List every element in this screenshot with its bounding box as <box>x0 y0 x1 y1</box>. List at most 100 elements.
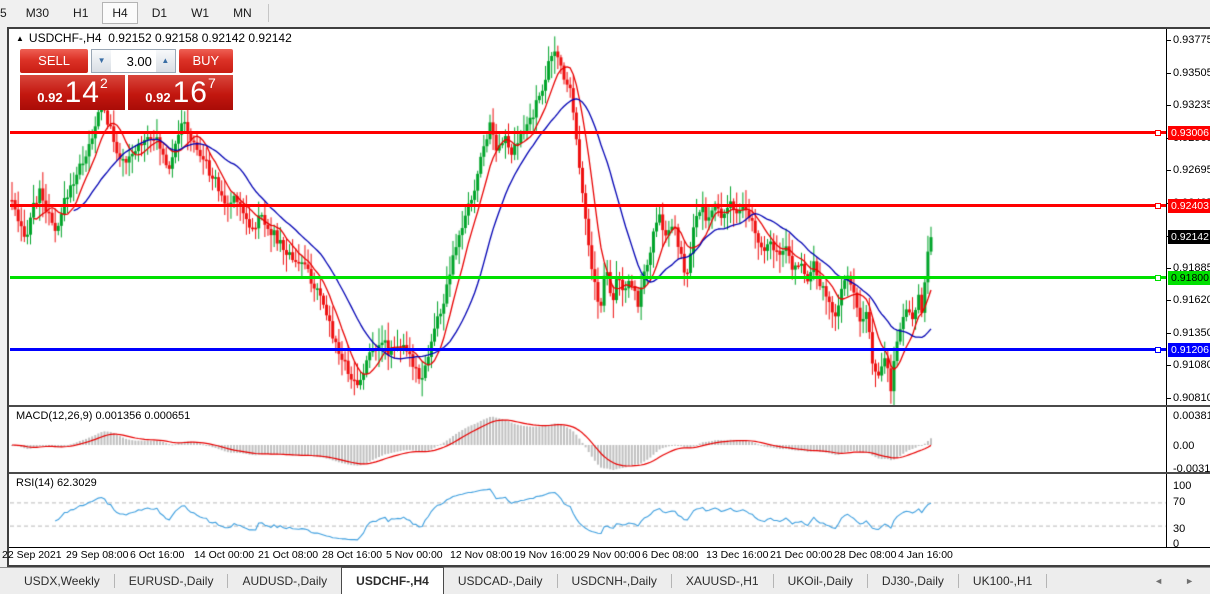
time-axis-label: 21 Dec 00:00 <box>770 549 833 561</box>
chart-tab-usdcnh-daily[interactable]: USDCNH-,Daily <box>558 568 671 594</box>
level-line-support-green[interactable] <box>10 274 1166 281</box>
ask-price-prefix: 0.92 <box>145 90 171 105</box>
time-axis-label: 29 Sep 08:00 <box>66 549 129 561</box>
time-axis-label: 6 Oct 16:00 <box>130 549 185 561</box>
price-tick-label: 0.91080 <box>1173 359 1210 371</box>
rsi-pane-canvas[interactable] <box>10 475 1166 547</box>
macd-axis-label: 0.003811 <box>1173 410 1210 422</box>
level-line-resistance-lower[interactable] <box>10 202 1166 209</box>
time-axis-label: 14 Oct 00:00 <box>194 549 255 561</box>
ask-price-point: 7 <box>207 75 216 91</box>
timeframe-button-h4[interactable]: H4 <box>102 2 138 24</box>
macd-rsi-separator[interactable] <box>9 472 1210 474</box>
price-tick-label: 0.93235 <box>1173 99 1210 111</box>
price-tick-label: 0.93505 <box>1173 67 1210 79</box>
price-tick-mark <box>1166 105 1171 106</box>
price-tick-mark <box>1166 300 1171 301</box>
volume-increase-icon[interactable]: ▲ <box>155 49 176 73</box>
chart-tab-bar: USDX,Weekly EURUSD-,Daily AUDUSD-,Daily USD… <box>0 567 1210 594</box>
price-tick-label: 0.91620 <box>1173 294 1210 306</box>
rsi-indicator-label: RSI(14) 62.3029 <box>16 477 97 489</box>
sell-button[interactable]: SELL <box>20 49 89 73</box>
tab-scroll-arrows: ◄ ► <box>1154 568 1210 594</box>
ask-price-pips: 16 <box>172 76 208 109</box>
chart-tab-audusd-daily[interactable]: AUDUSD-,Daily <box>228 568 341 594</box>
chart-tab-xauusd-h1[interactable]: XAUUSD-,H1 <box>672 568 773 594</box>
price-tick-mark <box>1166 365 1171 366</box>
price-tick-label: 0.92695 <box>1173 164 1210 176</box>
toolbar-separator <box>267 4 269 22</box>
chart-tab-uk100-h1[interactable]: UK100-,H1 <box>959 568 1046 594</box>
rsi-axis-label: 70 <box>1173 496 1186 508</box>
time-axis-label: 29 Nov 00:00 <box>578 549 641 561</box>
collapse-panel-icon[interactable]: ▲ <box>16 34 24 43</box>
price-level-badge: 0.93006 <box>1168 126 1210 140</box>
timeframe-button-5[interactable]: 5 <box>0 2 12 24</box>
next-tabs-arrow-icon[interactable]: ► <box>1185 576 1194 586</box>
timeframe-toolbar: 5 M30 H1 H4 D1 W1 MN <box>0 0 1210 26</box>
chart-tab-usdx-weekly[interactable]: USDX,Weekly <box>10 568 114 594</box>
time-axis-label: 12 Nov 08:00 <box>450 549 513 561</box>
buy-button[interactable]: BUY <box>178 49 233 73</box>
macd-indicator-label: MACD(12,26,9) 0.001356 0.000651 <box>16 410 191 422</box>
time-axis-label: 19 Nov 16:00 <box>514 549 577 561</box>
bid-price-point: 2 <box>99 75 108 91</box>
timeframe-button-m30[interactable]: M30 <box>16 2 59 24</box>
time-axis-label: 21 Oct 08:00 <box>258 549 319 561</box>
timeframe-button-h1[interactable]: H1 <box>63 2 98 24</box>
time-axis-label: 13 Dec 16:00 <box>706 549 769 561</box>
bid-price-prefix: 0.92 <box>37 90 63 105</box>
tab-separator <box>1046 574 1048 588</box>
price-tick-mark <box>1166 268 1171 269</box>
price-tick-label: 0.90810 <box>1173 392 1210 404</box>
chart-tab-usdchf-h4[interactable]: USDCHF-,H4 <box>341 567 444 594</box>
rsi-axis-label: 100 <box>1173 480 1192 492</box>
time-axis-label: 22 Sep 2021 <box>2 549 62 561</box>
one-click-trading-panel: SELL ▼ ▲ BUY 0.92 14 2 0.92 16 7 <box>20 49 233 110</box>
line-handle[interactable] <box>1155 202 1161 209</box>
price-tick-mark <box>1166 40 1171 41</box>
chart-symbol-label: USDCHF-,H4 <box>28 31 102 45</box>
time-axis: 22 Sep 2021 29 Sep 08:00 6 Oct 16:00 14 Oct… <box>0 549 1210 565</box>
chart-tab-eurusd-daily[interactable]: EURUSD-,Daily <box>115 568 228 594</box>
level-line-support-blue[interactable] <box>10 346 1166 353</box>
price-tick-mark <box>1166 73 1171 74</box>
chart-title: ▲ USDCHF-,H4 0.92152 0.92158 0.92142 0.92… <box>16 31 292 45</box>
price-tick-mark <box>1166 333 1171 334</box>
timeframe-button-d1[interactable]: D1 <box>142 2 177 24</box>
chart-macd-separator[interactable] <box>9 405 1210 407</box>
bid-price-box[interactable]: 0.92 14 2 <box>20 75 125 110</box>
price-tick-label: 0.91350 <box>1173 327 1210 339</box>
price-level-badge: 0.92403 <box>1168 199 1210 213</box>
bid-price-pips: 14 <box>64 76 100 109</box>
time-axis-label: 5 Nov 00:00 <box>386 549 443 561</box>
chart-tab-dj30-daily[interactable]: DJ30-,Daily <box>868 568 958 594</box>
time-axis-label: 4 Jan 16:00 <box>898 549 953 561</box>
timeframe-button-mn[interactable]: MN <box>223 2 262 24</box>
price-tick-mark <box>1166 170 1171 171</box>
time-axis-label: 28 Oct 16:00 <box>322 549 383 561</box>
rsi-pane-bottom-border <box>9 547 1210 548</box>
chart-ohlc-values: 0.92152 0.92158 0.92142 0.92142 <box>108 31 292 45</box>
volume-decrease-icon[interactable]: ▼ <box>91 49 111 73</box>
price-axis-line <box>1166 29 1167 548</box>
time-axis-label: 6 Dec 08:00 <box>642 549 699 561</box>
line-handle[interactable] <box>1155 274 1161 281</box>
macd-axis-label: 0.00 <box>1173 440 1195 452</box>
time-axis-label: 28 Dec 08:00 <box>834 549 897 561</box>
line-handle[interactable] <box>1155 346 1161 353</box>
chart-tab-ukoil-daily[interactable]: UKOil-,Daily <box>774 568 867 594</box>
volume-input[interactable] <box>110 49 156 73</box>
prev-tabs-arrow-icon[interactable]: ◄ <box>1154 576 1163 586</box>
price-tick-mark <box>1166 398 1171 399</box>
price-level-badge: 0.91206 <box>1168 343 1210 357</box>
timeframe-button-w1[interactable]: W1 <box>181 2 219 24</box>
current-price-badge: 0.92142 <box>1168 230 1210 244</box>
chart-window: ▲ USDCHF-,H4 0.92152 0.92158 0.92142 0.92… <box>7 27 1210 567</box>
ask-price-box[interactable]: 0.92 16 7 <box>128 75 233 110</box>
line-handle[interactable] <box>1155 129 1161 136</box>
price-level-badge: 0.91800 <box>1168 271 1210 285</box>
level-line-resistance-upper[interactable] <box>10 129 1166 136</box>
mt4-screen: 5 M30 H1 H4 D1 W1 MN ▲ USDCHF-,H4 0.92152 0.921… <box>0 0 1210 594</box>
chart-tab-usdcad-daily[interactable]: USDCAD-,Daily <box>444 568 557 594</box>
